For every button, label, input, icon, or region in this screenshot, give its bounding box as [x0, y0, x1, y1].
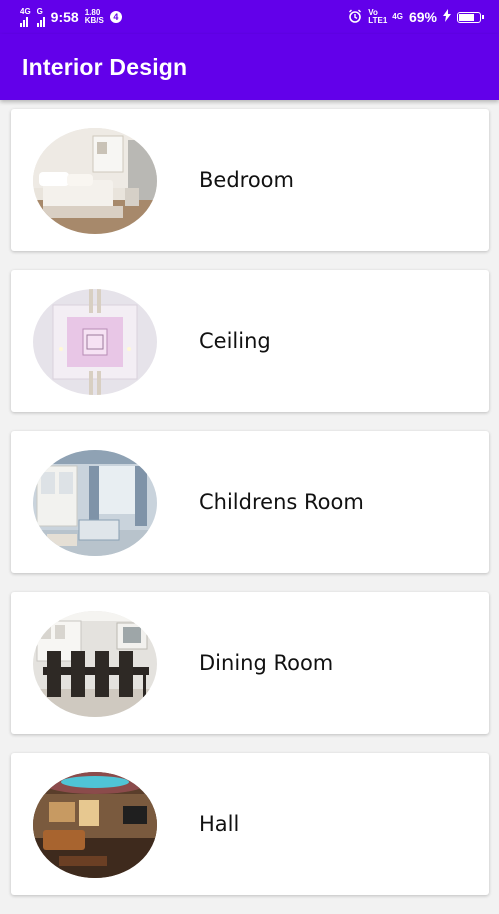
childrens-room-photo	[33, 450, 157, 556]
category-label: Childrens Room	[199, 490, 364, 514]
category-label: Bedroom	[199, 168, 294, 192]
volte-indicator: Vo LTE1	[368, 8, 388, 25]
app-title: Interior Design	[22, 53, 188, 80]
hall-photo	[33, 772, 157, 878]
network-type: 4G	[392, 12, 403, 21]
charging-icon	[443, 9, 451, 25]
category-list: Bedroom Ceiling Childrens Room Dining Ro…	[11, 109, 489, 914]
ceiling-photo	[33, 289, 157, 395]
category-label: Ceiling	[199, 329, 271, 353]
network-type-indicator: 4G	[392, 13, 403, 21]
alarm-icon	[348, 9, 362, 26]
battery-percent: 69%	[408, 9, 437, 25]
category-card-childrens-room[interactable]: Childrens Room	[11, 431, 489, 573]
category-label: Dining Room	[199, 651, 334, 675]
category-card-bedroom[interactable]: Bedroom	[11, 109, 489, 251]
battery-icon	[457, 11, 484, 23]
status-bar: 4G G 9:58 1.80 KB/S 4 Vo LTE1 4G 69%	[0, 0, 499, 34]
dining-room-photo	[33, 611, 157, 717]
data-speed: 1.80 KB/S	[85, 9, 104, 25]
network-type-right: G	[36, 6, 43, 16]
signal-icon	[20, 16, 31, 27]
category-card-hall[interactable]: Hall	[11, 753, 489, 895]
signal-icon-2	[36, 16, 45, 27]
category-card-ceiling[interactable]: Ceiling	[11, 270, 489, 412]
data-speed-unit: KB/S	[84, 16, 104, 25]
bedroom-photo	[33, 128, 157, 234]
clock: 9:58	[50, 9, 79, 25]
network-indicator-left: 4G	[20, 6, 31, 27]
category-card-dining-room[interactable]: Dining Room	[11, 592, 489, 734]
notification-badge: 4	[109, 11, 122, 23]
battery-fill	[459, 13, 475, 21]
network-type-left: 4G	[20, 6, 31, 16]
category-label: Hall	[199, 812, 240, 836]
network-indicator-right: G	[36, 6, 45, 27]
app-bar: Interior Design	[0, 34, 499, 100]
